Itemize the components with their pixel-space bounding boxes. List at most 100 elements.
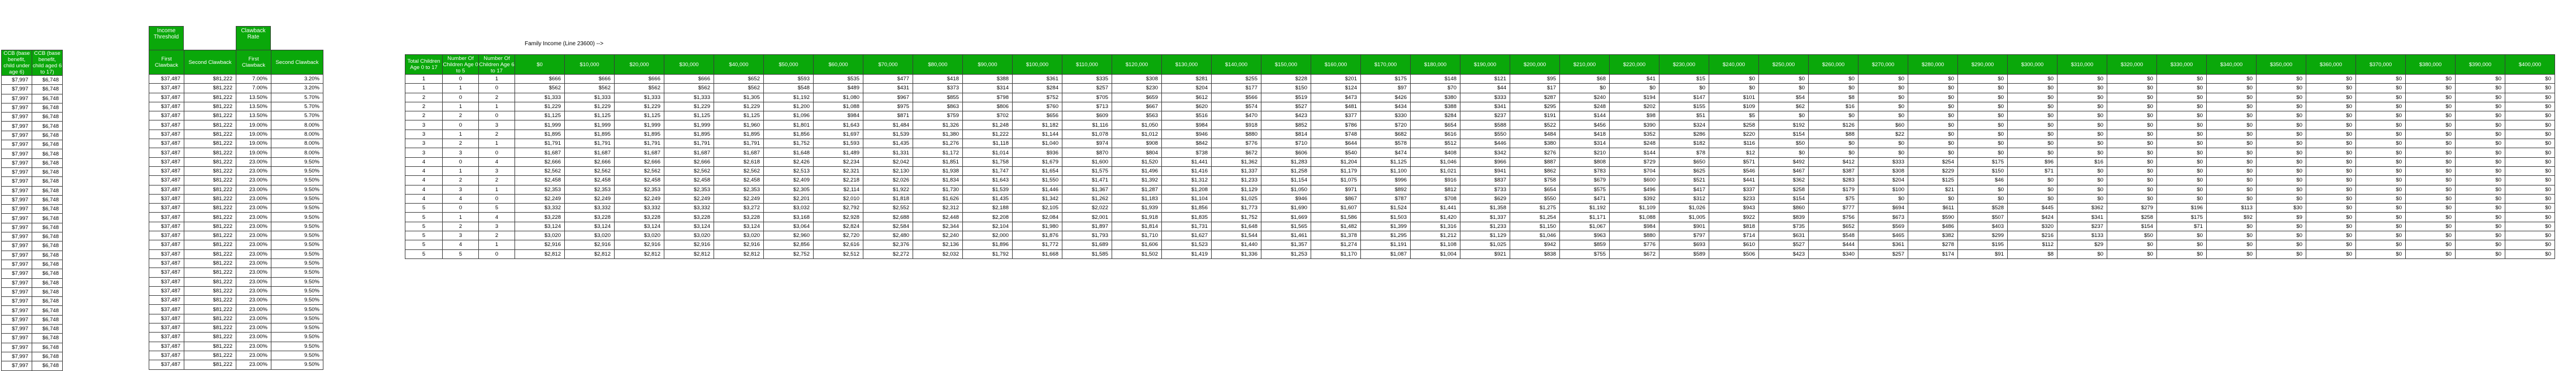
- benefit-cell[interactable]: $446: [1460, 139, 1510, 149]
- benefit-cell[interactable]: $1,939: [1112, 203, 1162, 213]
- benefit-cell[interactable]: $92: [2206, 212, 2257, 222]
- first-rate-cell[interactable]: 23.00%: [236, 193, 271, 204]
- benefit-cell[interactable]: $0: [1957, 148, 2008, 158]
- benefit-cell[interactable]: $2,249: [564, 193, 615, 204]
- first-rate-cell[interactable]: 13.50%: [236, 101, 271, 112]
- benefit-cell[interactable]: $408: [1410, 148, 1460, 158]
- benefit-cell[interactable]: $783: [1559, 166, 1610, 176]
- benefit-cell[interactable]: $284: [1012, 83, 1062, 93]
- children-6-17-cell[interactable]: 1: [478, 139, 515, 149]
- benefit-cell[interactable]: $0: [2505, 166, 2555, 176]
- total-children-cell[interactable]: 1: [405, 83, 443, 93]
- second-rate-cell[interactable]: 9.50%: [271, 249, 323, 259]
- benefit-cell[interactable]: $522: [1510, 120, 1560, 130]
- benefit-cell[interactable]: $1,922: [863, 184, 913, 195]
- second-threshold-cell[interactable]: $81,222: [184, 166, 236, 176]
- first-rate-cell[interactable]: 19.00%: [236, 139, 271, 149]
- benefit-cell[interactable]: $0: [2007, 83, 2058, 93]
- benefit-cell[interactable]: $1,005: [1659, 212, 1709, 222]
- benefit-cell[interactable]: $1,333: [664, 92, 714, 102]
- benefit-cell[interactable]: $8: [2007, 249, 2058, 259]
- benefit-cell[interactable]: $2,812: [714, 249, 764, 259]
- benefit-cell[interactable]: $0: [2156, 157, 2207, 167]
- second-rate-cell[interactable]: 9.50%: [271, 231, 323, 241]
- benefit-cell[interactable]: $2,513: [763, 166, 814, 176]
- first-rate-cell[interactable]: 7.00%: [236, 74, 271, 84]
- benefit-cell[interactable]: $2,812: [614, 249, 664, 259]
- benefit-cell[interactable]: $3,272: [714, 203, 764, 213]
- benefit-cell[interactable]: $521: [1659, 175, 1709, 186]
- benefit-cell[interactable]: $2,812: [664, 249, 714, 259]
- ccb-6to17-cell[interactable]: $6,748: [32, 241, 63, 251]
- benefit-cell[interactable]: $0: [1758, 83, 1809, 93]
- children-6-17-cell[interactable]: 4: [478, 157, 515, 167]
- benefit-cell[interactable]: $574: [1211, 101, 1261, 112]
- benefit-cell[interactable]: $2,249: [664, 193, 714, 204]
- benefit-cell[interactable]: $0: [2007, 139, 2058, 149]
- benefit-cell[interactable]: $713: [1062, 101, 1112, 112]
- benefit-cell[interactable]: $0: [2355, 83, 2406, 93]
- first-rate-cell[interactable]: 23.00%: [236, 166, 271, 176]
- benefit-cell[interactable]: $0: [2156, 101, 2207, 112]
- benefit-cell[interactable]: $387: [1808, 166, 1858, 176]
- benefit-cell[interactable]: $943: [1709, 203, 1759, 213]
- first-rate-cell[interactable]: 19.00%: [236, 148, 271, 158]
- benefit-cell[interactable]: $0: [2355, 221, 2406, 232]
- total-children-cell[interactable]: 2: [405, 101, 443, 112]
- benefit-cell[interactable]: $1,835: [1161, 212, 1212, 222]
- benefit-cell[interactable]: $1,125: [564, 111, 615, 121]
- benefit-cell[interactable]: $96: [2007, 157, 2058, 167]
- benefit-cell[interactable]: $733: [1460, 184, 1510, 195]
- benefit-cell[interactable]: $1,212: [1410, 231, 1460, 241]
- benefit-cell[interactable]: $0: [2156, 111, 2207, 121]
- benefit-cell[interactable]: $682: [1360, 129, 1411, 140]
- benefit-cell[interactable]: $1,791: [564, 139, 615, 149]
- benefit-cell[interactable]: $562: [664, 83, 714, 93]
- benefit-cell[interactable]: $0: [2355, 92, 2406, 102]
- benefit-cell[interactable]: $550: [1510, 193, 1560, 204]
- children-0-5-cell[interactable]: 1: [442, 166, 479, 176]
- benefit-cell[interactable]: $0: [2007, 175, 2058, 186]
- children-6-17-cell[interactable]: 4: [478, 212, 515, 222]
- second-threshold-cell[interactable]: $81,222: [184, 175, 236, 186]
- benefit-cell[interactable]: $0: [2505, 175, 2555, 186]
- benefit-cell[interactable]: $174: [1908, 249, 1958, 259]
- benefit-cell[interactable]: $0: [1559, 83, 1610, 93]
- ccb-6to17-cell[interactable]: $6,748: [32, 140, 63, 150]
- second-threshold-cell[interactable]: $81,222: [184, 240, 236, 250]
- benefit-cell[interactable]: $1,337: [1211, 166, 1261, 176]
- second-rate-cell[interactable]: 3.20%: [271, 74, 323, 84]
- benefit-cell[interactable]: $0: [2107, 101, 2157, 112]
- ccb-under6-cell[interactable]: $7,997: [1, 195, 32, 205]
- benefit-cell[interactable]: $2,666: [515, 157, 565, 167]
- benefit-cell[interactable]: $2,042: [863, 157, 913, 167]
- benefit-cell[interactable]: $0: [1858, 74, 1908, 84]
- benefit-cell[interactable]: $0: [2306, 157, 2356, 167]
- first-threshold-cell[interactable]: $37,487: [149, 221, 184, 232]
- total-children-cell[interactable]: 3: [405, 148, 443, 158]
- benefit-cell[interactable]: $3,020: [564, 231, 615, 241]
- second-threshold-cell[interactable]: $81,222: [184, 323, 236, 333]
- second-threshold-cell[interactable]: $81,222: [184, 212, 236, 222]
- benefit-cell[interactable]: $456: [1559, 120, 1610, 130]
- benefit-cell[interactable]: $2,240: [913, 231, 963, 241]
- benefit-cell[interactable]: $426: [1360, 92, 1411, 102]
- second-rate-cell[interactable]: 9.50%: [271, 341, 323, 351]
- benefit-cell[interactable]: $1,378: [1311, 231, 1361, 241]
- second-rate-cell[interactable]: 9.50%: [271, 332, 323, 342]
- benefit-cell[interactable]: $1,274: [1311, 240, 1361, 250]
- second-rate-cell[interactable]: 3.20%: [271, 83, 323, 93]
- benefit-cell[interactable]: $1,179: [1311, 166, 1361, 176]
- benefit-cell[interactable]: $946: [1261, 193, 1311, 204]
- first-rate-cell[interactable]: 19.00%: [236, 129, 271, 140]
- benefit-cell[interactable]: $1,791: [664, 139, 714, 149]
- benefit-cell[interactable]: $612: [1161, 92, 1212, 102]
- benefit-cell[interactable]: $0: [1758, 111, 1809, 121]
- benefit-cell[interactable]: $8: [1808, 92, 1858, 102]
- benefit-cell[interactable]: $1,502: [1112, 249, 1162, 259]
- benefit-cell[interactable]: $0: [2156, 83, 2207, 93]
- benefit-cell[interactable]: $70: [1410, 83, 1460, 93]
- benefit-cell[interactable]: $1,357: [1261, 240, 1311, 250]
- benefit-cell[interactable]: $1,229: [515, 101, 565, 112]
- benefit-cell[interactable]: $562: [515, 83, 565, 93]
